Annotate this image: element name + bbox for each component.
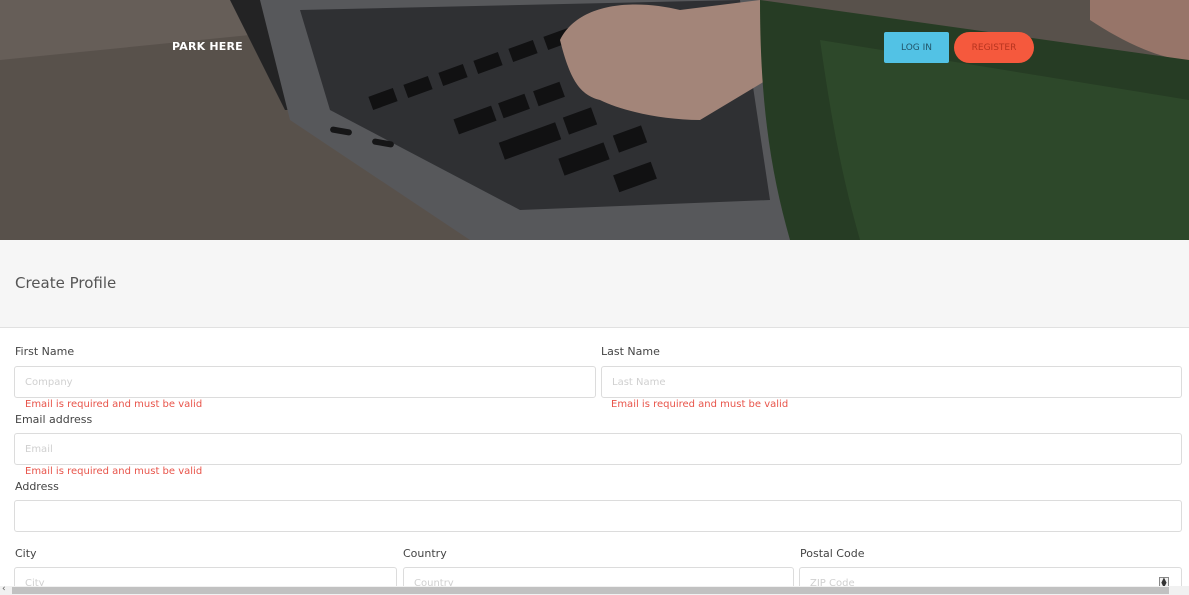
first-name-error: Email is required and must be valid bbox=[25, 399, 203, 410]
login-button[interactable]: LOG IN bbox=[884, 32, 949, 63]
hero-header: PARK HERE LOG IN REGISTER bbox=[0, 0, 1189, 240]
horizontal-scrollbar-thumb[interactable] bbox=[12, 587, 1169, 594]
register-button[interactable]: REGISTER bbox=[954, 32, 1034, 63]
email-label: Email address bbox=[15, 413, 93, 426]
address-input[interactable] bbox=[14, 500, 1182, 532]
first-name-input[interactable] bbox=[14, 366, 596, 398]
address-label: Address bbox=[15, 480, 59, 493]
last-name-label: Last Name bbox=[601, 345, 660, 358]
horizontal-scrollbar[interactable]: ‹ bbox=[0, 584, 1189, 595]
page-title: Create Profile bbox=[15, 274, 117, 292]
last-name-error: Email is required and must be valid bbox=[611, 399, 789, 410]
city-label: City bbox=[15, 547, 37, 560]
brand-logo-text[interactable]: PARK HERE bbox=[172, 40, 243, 53]
last-name-input[interactable] bbox=[601, 366, 1182, 398]
country-label: Country bbox=[403, 547, 447, 560]
email-input[interactable] bbox=[14, 433, 1182, 465]
postal-code-label: Postal Code bbox=[800, 547, 865, 560]
scroll-left-arrow-icon[interactable]: ‹ bbox=[2, 584, 6, 594]
email-error: Email is required and must be valid bbox=[25, 466, 203, 477]
card-header: Create Profile bbox=[0, 240, 1189, 328]
first-name-label: First Name bbox=[15, 345, 75, 358]
